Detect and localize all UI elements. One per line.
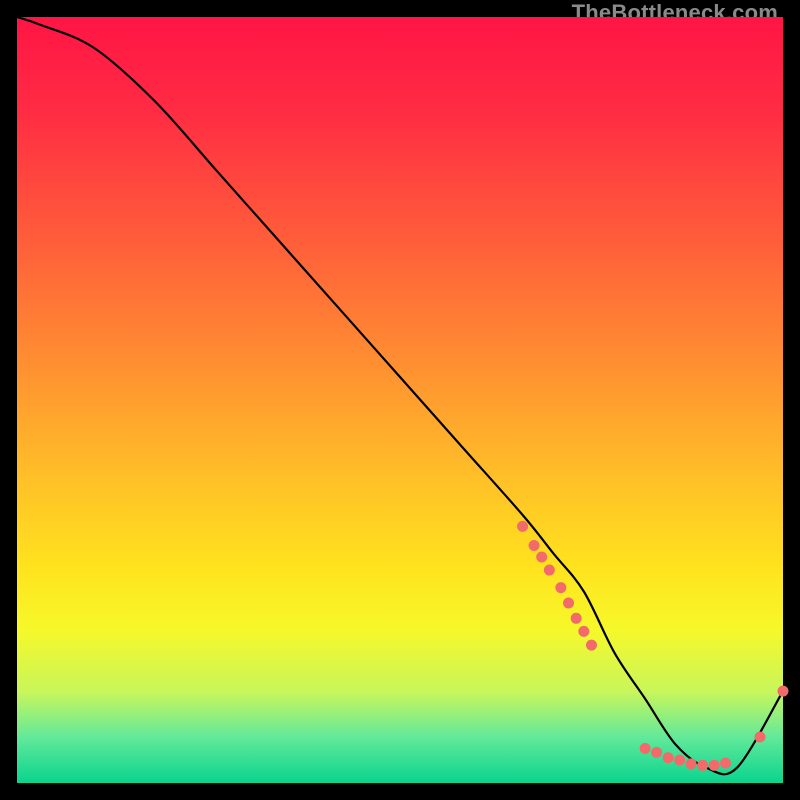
data-marker [651,747,662,758]
data-marker [640,743,651,754]
data-marker [778,686,789,697]
data-marker [517,521,528,532]
data-marker [529,540,540,551]
data-marker [755,732,766,743]
data-marker [709,760,720,771]
data-marker [697,760,708,771]
data-marker [555,582,566,593]
data-marker [536,552,547,563]
chart-svg [17,17,783,783]
data-marker [571,613,582,624]
data-marker [586,640,597,651]
data-marker [674,755,685,766]
plot-area [17,17,783,783]
data-marker [720,758,731,769]
data-marker [578,626,589,637]
chart-stage: TheBottleneck.com [0,0,800,800]
bottleneck-curve [17,17,783,774]
data-marker [544,565,555,576]
data-marker [563,597,574,608]
data-marker [686,758,697,769]
data-marker [663,752,674,763]
